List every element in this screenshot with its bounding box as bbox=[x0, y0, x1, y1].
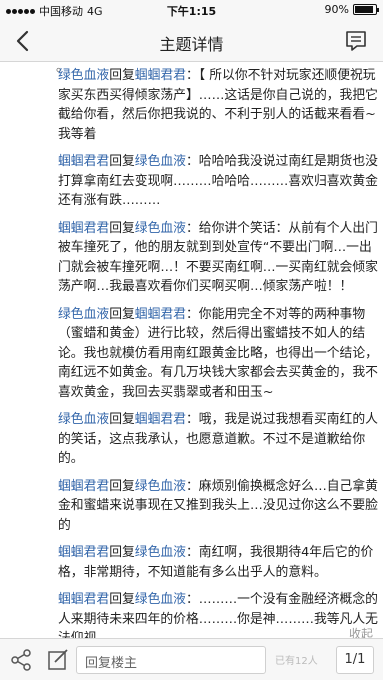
reply-word: 回复 bbox=[109, 478, 135, 494]
reply-item: 蝈蝈君君回复绿色血液：南红啊，我很期待4年后它的价格，非常期待，不知道能有多么出… bbox=[58, 543, 380, 582]
reply-author-link[interactable]: 蝈蝈君君 bbox=[58, 592, 109, 607]
reply-author-link[interactable]: 绿色血液 bbox=[58, 307, 109, 322]
page-title: 主题详情 bbox=[159, 35, 224, 54]
reply-author-link[interactable]: 绿色血液 bbox=[58, 412, 109, 427]
battery-icon bbox=[353, 4, 379, 15]
reply-author-link[interactable]: 蝈蝈君君 bbox=[58, 154, 109, 169]
nav-bar: 主题详情 bbox=[0, 20, 383, 62]
reply-item: 蝈蝈君君回复绿色血液：………一个没有金融经济概念的人来期待未来四年的价格………你… bbox=[58, 590, 380, 638]
reply-author-link[interactable]: 绿色血液 bbox=[58, 68, 109, 83]
fold-link[interactable]: 收起 bbox=[349, 625, 373, 638]
reply-item: 蝈蝈君君回复绿色血液：给你讲个笑话：从前有个人出门被车撞死了，他的朋友就到到处宣… bbox=[58, 219, 380, 297]
reply-author-link[interactable]: 蝈蝈君君 bbox=[58, 479, 109, 494]
reply-word: 回复 bbox=[109, 306, 135, 322]
reply-target-link[interactable]: 绿色血液 bbox=[135, 154, 186, 169]
menu-button[interactable] bbox=[343, 28, 369, 54]
reply-input[interactable]: 回复楼主 bbox=[76, 646, 266, 674]
bottom-bar: 回复楼主 已有12人 1/1 bbox=[0, 638, 383, 680]
battery-percent: 90% bbox=[324, 3, 349, 16]
reply-item: 蝈蝈君君回复绿色血液：哈哈哈我没说过南红是期货也没打算拿南红去变现啊………哈哈哈… bbox=[58, 152, 380, 211]
page-button[interactable]: 1/1 bbox=[336, 646, 374, 674]
reply-target-link[interactable]: 绿色血液 bbox=[135, 479, 186, 494]
reply-item: 绿色血液回复蝈蝈君君：哦，我是说过我想看买南红的人的笑话，这点我承认，也愿意道歉… bbox=[58, 410, 380, 469]
share-button[interactable] bbox=[8, 647, 34, 673]
reply-word: 回复 bbox=[109, 220, 135, 236]
reply-item: 绿色血液回复蝈蝈君君：你能用完全不对等的两种事物（蜜蜡和黄金）进行比较，然后得出… bbox=[58, 305, 380, 403]
reply-item: 绿色血液回复蝈蝈君君：【 所以你不针对玩家还顺便祝玩家买东西买得倾家荡产】……这… bbox=[58, 66, 380, 144]
reply-item: 蝈蝈君君回复绿色血液：麻烦别偷换概念好么…自己拿黄金和蜜蜡来说事现在又推到我头上… bbox=[58, 477, 380, 536]
reply-target-link[interactable]: 绿色血液 bbox=[135, 221, 186, 236]
reply-word: 回复 bbox=[109, 68, 135, 83]
share-icon bbox=[11, 649, 31, 671]
reply-target-link[interactable]: 绿色血液 bbox=[135, 545, 186, 560]
edit-button[interactable] bbox=[45, 647, 71, 673]
reply-word: 回复 bbox=[109, 592, 135, 607]
message-menu-icon bbox=[346, 31, 366, 51]
battery-fill bbox=[355, 6, 373, 13]
reply-target-link[interactable]: 蝈蝈君君 bbox=[135, 307, 186, 322]
status-bar: 中国移动 4G 下午1:15 90% bbox=[0, 0, 383, 20]
reply-author-link[interactable]: 蝈蝈君君 bbox=[58, 545, 109, 560]
reply-content: 。 绿色血液回复蝈蝈君君：【 所以你不针对玩家还顺便祝玩家买东西买得倾家荡产】…… bbox=[0, 62, 383, 638]
edit-icon bbox=[48, 649, 68, 670]
status-right: 90% bbox=[324, 3, 379, 16]
reply-target-link[interactable]: 绿色血液 bbox=[135, 592, 186, 607]
page-info: 已有12人 bbox=[275, 656, 318, 667]
reply-word: 回复 bbox=[109, 412, 135, 427]
reply-word: 回复 bbox=[109, 545, 135, 560]
reply-word: 回复 bbox=[109, 154, 135, 169]
reply-target-link[interactable]: 蝈蝈君君 bbox=[135, 68, 186, 83]
reply-target-link[interactable]: 蝈蝈君君 bbox=[135, 412, 186, 427]
reply-list: 绿色血液回复蝈蝈君君：【 所以你不针对玩家还顺便祝玩家买东西买得倾家荡产】……这… bbox=[58, 66, 380, 638]
reply-author-link[interactable]: 蝈蝈君君 bbox=[58, 221, 109, 236]
